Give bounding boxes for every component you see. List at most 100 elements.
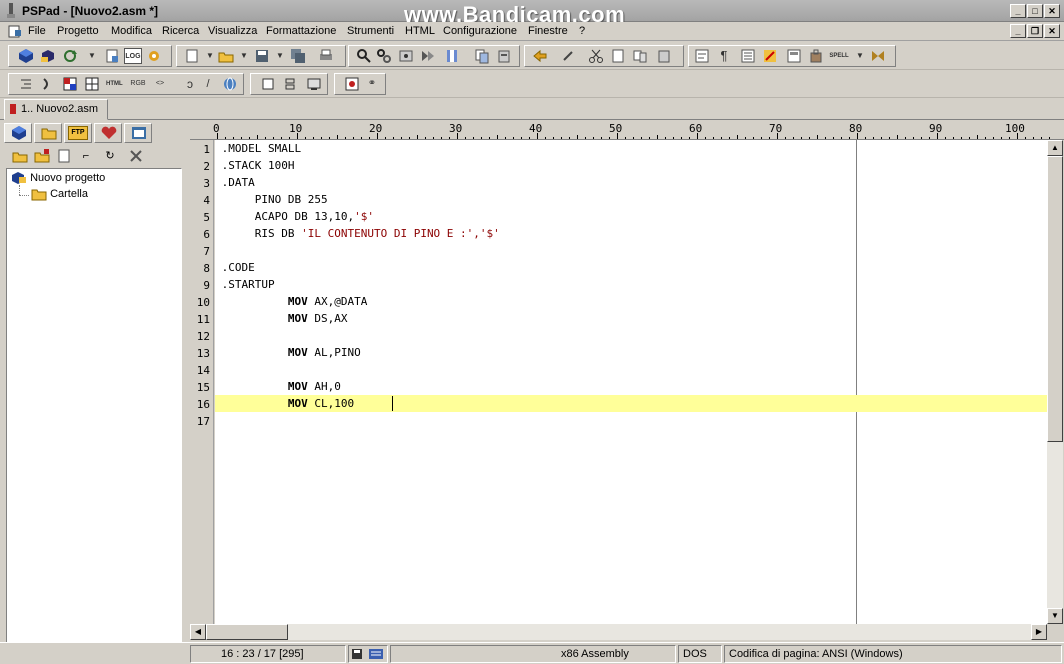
menu-modifica[interactable]: Modifica [111, 25, 152, 37]
code-line[interactable] [215, 361, 1047, 378]
menu-ricerca[interactable]: Ricerca [162, 25, 199, 37]
code-line[interactable]: RIS DB 'IL CONTENUTO DI PINO E :','$' [215, 225, 1047, 242]
mdi-restore-button[interactable]: ❐ [1027, 24, 1043, 38]
code-line[interactable] [215, 242, 1047, 259]
horizontal-scrollbar[interactable]: ◀ ▶ [190, 624, 1047, 640]
record-icon[interactable] [344, 76, 360, 92]
find-next-icon[interactable] [398, 48, 414, 64]
copy-block-icon[interactable] [632, 48, 648, 64]
pspad-app-icon[interactable] [4, 3, 18, 19]
tree-node-project[interactable]: Nuovo progetto [11, 171, 105, 185]
new-file-icon[interactable] [104, 48, 120, 64]
code-line[interactable]: .DATA [215, 174, 1047, 191]
code-line[interactable]: MOV AL,PINO [215, 344, 1047, 361]
color-icon[interactable]: RGB [130, 76, 146, 92]
code-line[interactable]: PINO DB 255 [215, 191, 1047, 208]
slash-icon[interactable]: / [200, 76, 216, 92]
html-icon[interactable]: HTML [106, 76, 123, 92]
scroll-left-button[interactable]: ◀ [190, 624, 206, 640]
redo-icon[interactable] [560, 48, 576, 64]
document-icon[interactable] [8, 25, 22, 38]
project-settings-icon[interactable] [128, 148, 144, 164]
scroll-down-button[interactable]: ▼ [1047, 608, 1063, 624]
code-line[interactable]: .MODEL SMALL [215, 140, 1047, 157]
menu-progetto[interactable]: Progetto [57, 25, 99, 37]
new-dropdown-icon[interactable]: ▼ [202, 48, 218, 64]
check-icon[interactable]: ɔ [182, 76, 198, 92]
save-icon[interactable] [254, 48, 270, 64]
web-icon[interactable] [222, 76, 238, 92]
find-in-files-icon[interactable] [420, 48, 436, 64]
spell-dropdown-icon[interactable]: ▼ [852, 48, 868, 64]
project-icon[interactable] [18, 48, 34, 64]
code-line[interactable]: MOV AX,@DATA [215, 293, 1047, 310]
table2-icon[interactable] [84, 76, 100, 92]
undo-icon[interactable] [532, 48, 548, 64]
code-line[interactable]: MOV CL,100 [215, 395, 1047, 412]
open-project-icon[interactable] [40, 48, 56, 64]
tools-icon[interactable] [808, 48, 824, 64]
indent-icon[interactable] [18, 76, 34, 92]
menu-configurazione[interactable]: Configurazione [443, 25, 517, 37]
tab-nuovo2-asm[interactable]: 1.. Nuovo2.asm [4, 99, 108, 120]
code-line[interactable]: ACAPO DB 13,10,'$' [215, 208, 1047, 225]
refresh-icon[interactable] [62, 48, 78, 64]
paste-block-icon[interactable] [656, 48, 672, 64]
tab-ftp[interactable]: FTP [64, 123, 92, 143]
encoding[interactable]: Codifica di pagina: ANSI (Windows) [724, 645, 1062, 663]
highlight-icon[interactable] [762, 48, 778, 64]
mdi-minimize-button[interactable]: _ [1010, 24, 1026, 38]
code-line[interactable]: MOV AH,0 [215, 378, 1047, 395]
code-editor[interactable]: .MODEL SMALL .STACK 100H .DATA PINO DB 2… [215, 140, 1047, 624]
add-folder-icon[interactable] [12, 148, 28, 164]
tab-projects[interactable] [4, 123, 32, 143]
compile-icon[interactable] [870, 48, 886, 64]
unindent-icon[interactable] [40, 76, 56, 92]
code-line[interactable]: .STARTUP [215, 276, 1047, 293]
pilcrow-icon[interactable]: ¶ [716, 48, 732, 64]
menu-visualizza[interactable]: Visualizza [208, 25, 257, 37]
maximize-button[interactable]: □ [1027, 4, 1043, 18]
menu-html[interactable]: HTML [405, 25, 435, 37]
copy-icon[interactable] [474, 48, 490, 64]
snippet-icon[interactable] [282, 76, 298, 92]
block-icon[interactable] [260, 76, 276, 92]
preview-icon[interactable] [306, 76, 322, 92]
save-dropdown-icon[interactable]: ▼ [272, 48, 288, 64]
add-files-icon[interactable] [34, 148, 50, 164]
menu-help[interactable]: ? [579, 25, 585, 37]
code-line[interactable] [215, 327, 1047, 344]
cut-icon[interactable] [588, 48, 604, 64]
tab-explorer[interactable] [34, 123, 62, 143]
code-line[interactable]: MOV DS,AX [215, 310, 1047, 327]
line-ending[interactable]: DOS [678, 645, 722, 663]
bookmark-icon[interactable] [444, 48, 460, 64]
find-icon[interactable] [356, 48, 372, 64]
scroll-right-button[interactable]: ▶ [1031, 624, 1047, 640]
menu-finestre[interactable]: Finestre [528, 25, 568, 37]
code-line[interactable]: .CODE [215, 259, 1047, 276]
replace-icon[interactable] [376, 48, 392, 64]
word-wrap-icon[interactable] [694, 48, 710, 64]
scroll-up-button[interactable]: ▲ [1047, 140, 1063, 156]
tab-favorites[interactable] [94, 123, 122, 143]
reload-icon[interactable]: ↻ [102, 148, 118, 164]
menu-formattazione[interactable]: Formattazione [266, 25, 336, 37]
mdi-close-button[interactable]: ✕ [1044, 24, 1060, 38]
print-icon[interactable] [318, 48, 334, 64]
add-file-icon[interactable] [56, 148, 72, 164]
tab-clips[interactable] [124, 123, 152, 143]
log-icon[interactable]: LOG [124, 48, 142, 64]
settings-icon[interactable] [146, 48, 162, 64]
code-line[interactable]: .STACK 100H [215, 157, 1047, 174]
open-icon[interactable] [218, 48, 234, 64]
vertical-scrollbar[interactable]: ▲ ▼ [1047, 140, 1063, 624]
horizontal-scroll-thumb[interactable] [206, 624, 288, 640]
save-all-icon[interactable] [290, 48, 306, 64]
tag-icon[interactable]: <> [152, 76, 168, 92]
list-icon[interactable] [740, 48, 756, 64]
clipboard-icon[interactable] [610, 48, 626, 64]
table-view-icon[interactable] [786, 48, 802, 64]
new-icon[interactable] [184, 48, 200, 64]
tree-node-folder[interactable]: Cartella [31, 187, 88, 201]
